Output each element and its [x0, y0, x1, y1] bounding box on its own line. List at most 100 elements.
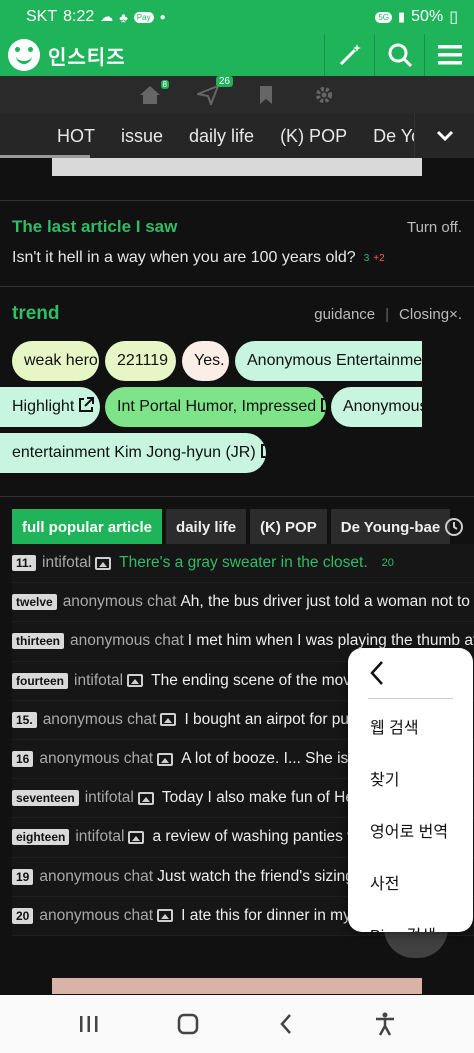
source-label: anonymous chat: [70, 632, 184, 650]
list-item[interactable]: twelve anonymous chat Ah, the bus driver…: [12, 583, 474, 623]
menu-item-dictionary[interactable]: 사전: [370, 870, 399, 894]
menu-item-find[interactable]: 찾기: [370, 766, 399, 790]
back-chevron-icon: [280, 1014, 292, 1034]
comment-count: 3: [363, 252, 370, 264]
article-title: a review of washing panties with: [152, 828, 375, 846]
carrier-label: SKT: [26, 8, 58, 25]
rank-badge: seventeen: [12, 790, 79, 807]
status-bar: SKT 8:22 ☁ ♣ Pay ● 5G ▮ 50% ▯: [0, 0, 474, 34]
search-icon: [388, 43, 412, 68]
menu-item-translate[interactable]: 영어로 번역: [370, 818, 448, 842]
source-label: anonymous chat: [39, 906, 154, 924]
clock-label: 8:22: [63, 8, 95, 25]
trend-chip[interactable]: Anonymous Entertainment: [235, 341, 422, 381]
article-title: Just watch the friend's sizing.: [157, 867, 359, 885]
home-nav-button[interactable]: [168, 1004, 208, 1044]
trend-chip[interactable]: 221119: [105, 341, 176, 381]
image-icon: [127, 674, 144, 688]
home-button[interactable]: 8: [135, 80, 169, 110]
last-article-text: Isn't it hell in a way when you are 100 …: [12, 249, 356, 266]
chip-label: Yes.: [194, 352, 225, 369]
gear-icon: [316, 87, 332, 103]
tab-issue[interactable]: issue: [108, 126, 176, 147]
send-badge: 26: [215, 76, 233, 87]
home-icon: [140, 86, 160, 104]
tab-de-your[interactable]: De Your: [360, 126, 414, 147]
rank-badge: fourteen: [12, 672, 68, 689]
separator: |: [385, 305, 390, 323]
rank-badge: 20: [12, 907, 34, 924]
comment-count: 20: [381, 557, 394, 570]
source-label: anonymous chat: [62, 593, 177, 611]
tab-hot[interactable]: HOT: [0, 126, 108, 147]
expand-categories-button[interactable]: [414, 114, 474, 158]
last-article-link[interactable]: Isn't it hell in a way when you are 100 …: [12, 249, 462, 267]
search-button[interactable]: [374, 34, 424, 76]
menu-button[interactable]: [424, 34, 474, 76]
battery-icon: ▯: [449, 9, 458, 26]
home-square-icon: [177, 1013, 198, 1035]
source-label: intifotal: [42, 554, 92, 572]
closing-button[interactable]: Closing×.: [399, 306, 462, 323]
shortcut-icon-row: 8 26: [0, 76, 474, 114]
accessibility-icon: [375, 1012, 394, 1036]
home-badge: 8: [160, 80, 169, 89]
external-link-icon: [78, 396, 95, 418]
rank-badge: thirteen: [12, 633, 65, 650]
menu-item-web-search[interactable]: 웹 검색: [370, 714, 419, 738]
text-selection-menu: 웹 검색 찾기 영어로 번역 사전 Bing 검색: [348, 648, 473, 932]
rank-badge: 16: [12, 751, 34, 768]
app-logo[interactable]: 인스티즈: [8, 39, 126, 71]
tab-popular-kpop[interactable]: (K) POP: [250, 509, 327, 545]
trend-title: trend: [12, 303, 60, 324]
top-bar: SKT 8:22 ☁ ♣ Pay ● 5G ▮ 50% ▯ 인스티즈: [0, 0, 474, 76]
send-icon: [197, 85, 219, 105]
clock-icon[interactable]: [444, 517, 464, 537]
trend-chip[interactable]: Int Portal Humor, Impressed: [105, 387, 326, 427]
trend-chip[interactable]: Highlight: [0, 387, 100, 427]
app-title: 인스티즈: [48, 46, 126, 69]
app-bar: 인스티즈: [0, 34, 474, 76]
trend-chip[interactable]: Anonymous: [331, 387, 422, 427]
recent-apps-button[interactable]: [69, 1004, 109, 1044]
list-item[interactable]: 11. intifotal There's a gray sweater in …: [12, 544, 474, 584]
screen: SKT 8:22 ☁ ♣ Pay ● 5G ▮ 50% ▯ 인스티즈 8 26 …: [0, 0, 474, 1053]
chip-label: Anonymous: [343, 398, 422, 415]
source-label: intifotal: [75, 828, 125, 846]
notification-icon: ♣: [119, 9, 128, 25]
article-title: Ah, the bus driver just told a woman not…: [180, 593, 474, 611]
chevron-down-icon: [436, 130, 453, 142]
rank-badge: eighteen: [12, 829, 70, 846]
image-icon: [128, 830, 145, 844]
recents-icon: [80, 1016, 98, 1032]
external-link-icon: [260, 443, 266, 464]
chip-label: Highlight: [12, 398, 75, 415]
bookmark-button[interactable]: [251, 80, 281, 110]
guidance-link[interactable]: guidance: [314, 306, 375, 323]
tab-daily-life[interactable]: daily life: [176, 126, 267, 147]
bottom-banner-image: [52, 978, 422, 994]
magic-wand-icon: [339, 44, 361, 66]
tab-full-popular[interactable]: full popular article: [12, 509, 163, 545]
source-label: intifotal: [74, 671, 124, 689]
tab-popular-daily-life[interactable]: daily life: [166, 509, 247, 545]
accessibility-button[interactable]: [365, 1004, 405, 1044]
magic-wand-button[interactable]: [324, 34, 374, 76]
settings-button[interactable]: [309, 80, 339, 110]
trend-chip[interactable]: Yes.: [182, 341, 229, 381]
back-arrow-icon[interactable]: [366, 660, 390, 686]
tab-kpop[interactable]: (K) POP: [267, 126, 360, 147]
send-button[interactable]: 26: [193, 76, 233, 110]
source-label: anonymous chat: [39, 867, 154, 885]
image-icon: [95, 556, 112, 570]
article-title: Today I also make fun of Hee D: [161, 789, 379, 807]
menu-item-bing-search[interactable]: Bing 검색: [370, 922, 436, 932]
chip-label: weak hero: [24, 352, 98, 369]
back-nav-button[interactable]: [266, 1004, 306, 1044]
trend-chip[interactable]: weak hero: [12, 341, 99, 381]
banner-image: [52, 158, 422, 176]
rank-badge: 11.: [12, 555, 37, 572]
turn-off-button[interactable]: Turn off.: [407, 219, 462, 236]
tab-popular-de-young-bae[interactable]: De Young-bae: [330, 509, 451, 545]
trend-chip[interactable]: entertainment Kim Jong-hyun (JR): [0, 433, 266, 473]
